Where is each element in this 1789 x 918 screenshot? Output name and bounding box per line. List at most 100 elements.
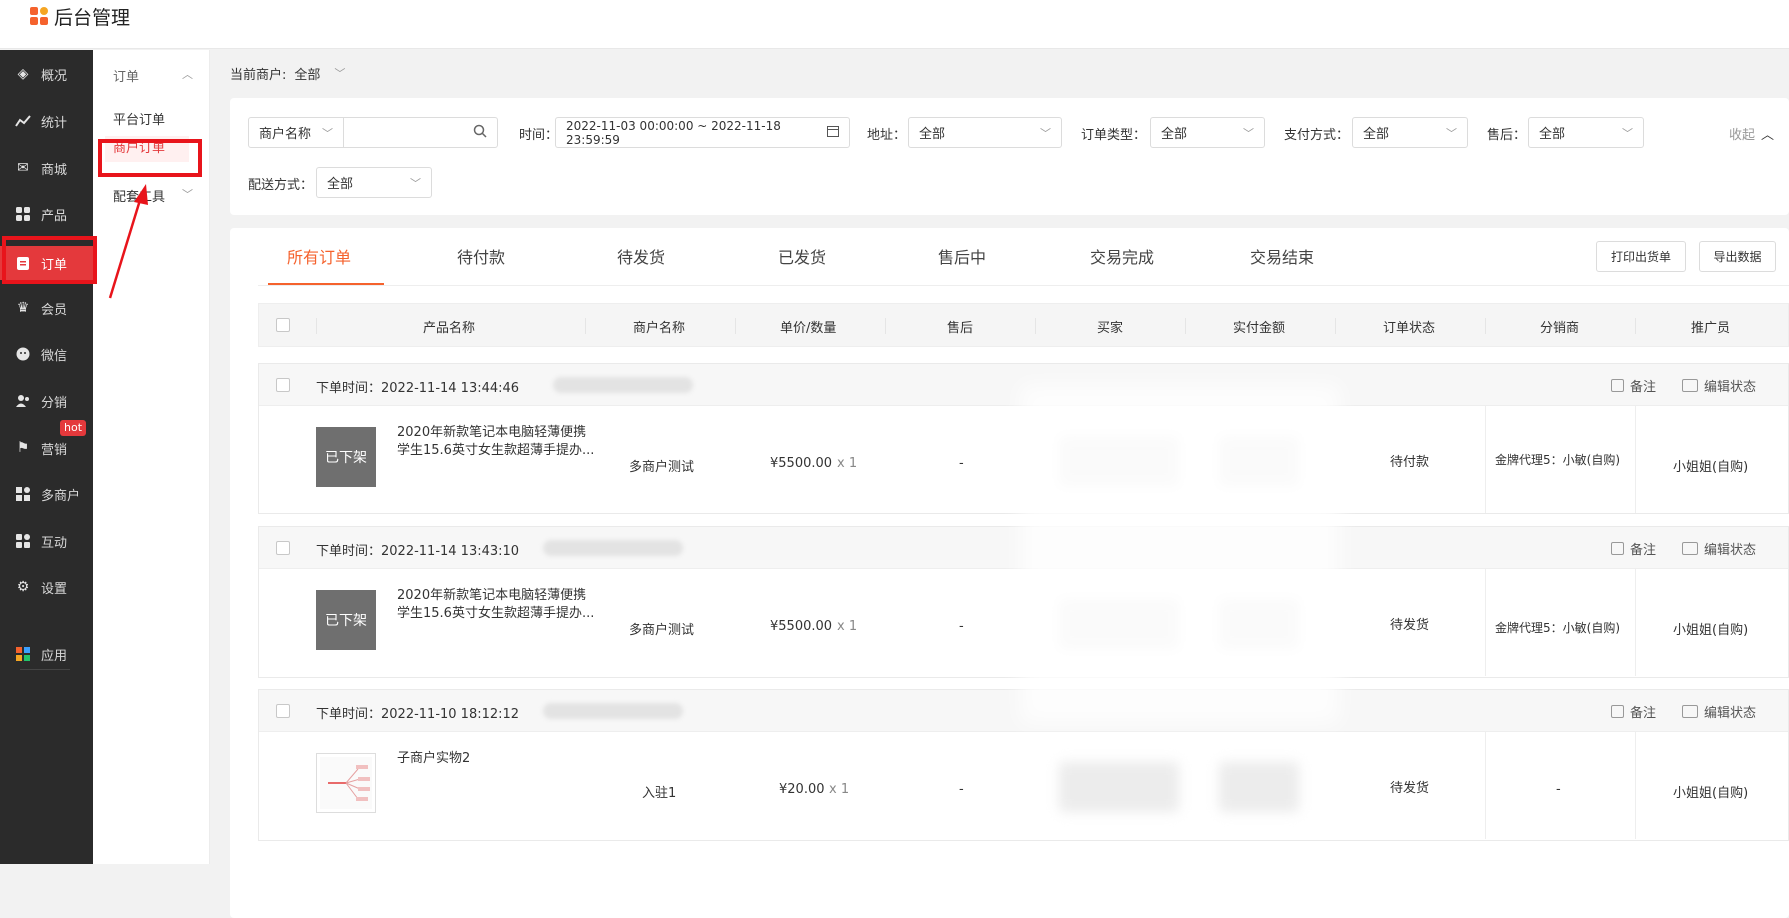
order-type-value: 全部 (1161, 127, 1188, 142)
tab-pending-payment[interactable]: 待付款 (457, 244, 505, 268)
tab-all-orders[interactable]: 所有订单 (287, 244, 351, 268)
chevron-down-icon: ﹀ (410, 176, 421, 190)
current-merchant-value: 全部 (294, 67, 321, 83)
top-bar: 后台管理 (0, 0, 1789, 49)
merchant-name: 入驻1 (642, 786, 677, 801)
aftersale-value: - (959, 456, 964, 471)
tab-completed[interactable]: 交易完成 (1090, 244, 1154, 268)
sidebar-item-distribution[interactable]: 分销 (0, 385, 93, 417)
column-distributor: 分销商 (1540, 321, 1580, 336)
sidebar-item-apps[interactable]: 应用 (0, 638, 93, 670)
order-checkbox[interactable] (276, 541, 290, 555)
aftersale-select[interactable]: 全部 ﹀ (1528, 117, 1644, 148)
time-range-picker[interactable]: 2022-11-03 00:00:00 ~ 2022-11-18 23:59:5… (555, 117, 850, 148)
collapse-filters-toggle[interactable]: 收起 ︿ (1729, 124, 1774, 143)
order-checkbox[interactable] (276, 378, 290, 392)
note-button[interactable]: 备注 (1611, 702, 1656, 721)
unit-price: ¥5500.00 (770, 456, 833, 471)
product-name-line: 2020年新款笔记本电脑轻薄便携 (397, 588, 587, 603)
status-icon (1682, 379, 1698, 392)
search-input[interactable] (343, 117, 498, 148)
sidebar-item-label: 应用 (41, 648, 68, 664)
edit-icon (1611, 379, 1624, 392)
order-time: 下单时间：2022-11-14 13:43:10 (316, 544, 520, 559)
order-time: 下单时间：2022-11-14 13:44:46 (316, 381, 520, 396)
payment-method-select[interactable]: 全部 ﹀ (1352, 117, 1468, 148)
promoter: 小姐姐(自购) (1673, 460, 1749, 475)
delivery-method-select[interactable]: 全部 ﹀ (316, 167, 432, 198)
current-merchant-select[interactable]: 全部 ﹀ (294, 64, 345, 83)
status-icon (1682, 542, 1698, 555)
product-name[interactable]: 2020年新款笔记本电脑轻薄便携 学生15.6英寸女生款超薄手提办... (397, 587, 597, 623)
cell-divider (1485, 406, 1486, 513)
note-button[interactable]: 备注 (1611, 539, 1656, 558)
column-paid-amount: 实付金额 (1233, 321, 1286, 336)
tab-closed[interactable]: 交易结束 (1250, 244, 1314, 268)
edit-status-button[interactable]: 编辑状态 (1682, 702, 1756, 721)
sidebar-item-settings[interactable]: ⚙ 设置 (0, 571, 93, 603)
select-all-checkbox[interactable] (276, 318, 290, 332)
tabs-divider (258, 285, 1789, 286)
address-select[interactable]: 全部 ﹀ (908, 117, 1062, 148)
search-field-value: 商户名称 (259, 127, 312, 142)
payment-method-value: 全部 (1363, 127, 1390, 142)
product-image[interactable] (316, 753, 376, 813)
chevron-down-icon: ﹀ (1446, 126, 1457, 140)
cell-divider (1485, 569, 1486, 676)
product-thumbnail-icon (320, 757, 372, 809)
sidebar-item-label: 多商户 (41, 488, 81, 504)
product-image[interactable]: 已下架 (316, 590, 376, 650)
tab-shipped[interactable]: 已发货 (778, 244, 826, 268)
aftersale-value: 全部 (1539, 127, 1566, 142)
product-name[interactable]: 2020年新款笔记本电脑轻薄便携 学生15.6英寸女生款超薄手提办... (397, 424, 597, 460)
sidebar-item-wechat[interactable]: 微信 (0, 338, 93, 370)
search-field-select[interactable]: 商户名称 ﹀ (248, 117, 344, 148)
edit-icon (1611, 542, 1624, 555)
merchant-name: 多商户测试 (629, 623, 695, 638)
product-name-line: 子商户实物2 (397, 751, 471, 766)
calendar-icon (827, 125, 839, 140)
sidebar-item-marketing[interactable]: ⚑ 营销 (0, 432, 93, 464)
status-icon (1682, 705, 1698, 718)
column-divider (1035, 318, 1036, 334)
note-button[interactable]: 备注 (1611, 376, 1656, 395)
edit-status-label: 编辑状态 (1704, 543, 1757, 558)
sidebar-item-label: 营销 (41, 442, 68, 458)
quantity: x 1 (837, 619, 858, 634)
sidebar-item-multi-merchant[interactable]: 多商户 (0, 478, 93, 510)
edit-status-button[interactable]: 编辑状态 (1682, 539, 1756, 558)
column-buyer: 买家 (1097, 321, 1124, 336)
note-label: 备注 (1630, 380, 1657, 395)
search-icon[interactable] (473, 124, 487, 142)
cell-divider (1635, 732, 1636, 839)
wechat-icon (15, 346, 31, 362)
tab-aftersale[interactable]: 售后中 (938, 244, 986, 268)
distributor: 金牌代理5：小敏(自购) (1495, 453, 1620, 467)
print-packing-list-button[interactable]: 打印出货单 (1596, 241, 1686, 272)
sidebar-item-interaction[interactable]: 互动 (0, 525, 93, 557)
cell-divider (1485, 732, 1486, 839)
quantity: x 1 (837, 456, 858, 471)
order-status: 待发货 (1390, 618, 1430, 633)
order-checkbox[interactable] (276, 704, 290, 718)
product-image[interactable]: 已下架 (316, 427, 376, 487)
sidebar-item-label: 设置 (41, 581, 68, 597)
unit-price: ¥5500.00 (770, 619, 833, 634)
column-divider (1635, 318, 1636, 334)
cell-divider (1635, 569, 1636, 676)
edit-icon (1611, 705, 1624, 718)
distributor: 金牌代理5：小敏(自购) (1495, 621, 1620, 635)
tab-pending-shipment[interactable]: 待发货 (617, 244, 665, 268)
people-icon (15, 393, 31, 409)
store-icon (15, 486, 31, 502)
column-order-status: 订单状态 (1383, 321, 1436, 336)
promoter: 小姐姐(自购) (1673, 623, 1749, 638)
edit-status-button[interactable]: 编辑状态 (1682, 376, 1756, 395)
order-type-select[interactable]: 全部 ﹀ (1150, 117, 1265, 148)
flag-icon: ⚑ (16, 440, 30, 456)
sidebar-item-label: 微信 (41, 348, 68, 364)
export-data-button[interactable]: 导出数据 (1699, 241, 1776, 272)
aftersale-label: 售后： (1487, 128, 1527, 143)
product-name[interactable]: 子商户实物2 (397, 750, 597, 768)
cell-divider (1635, 406, 1636, 513)
